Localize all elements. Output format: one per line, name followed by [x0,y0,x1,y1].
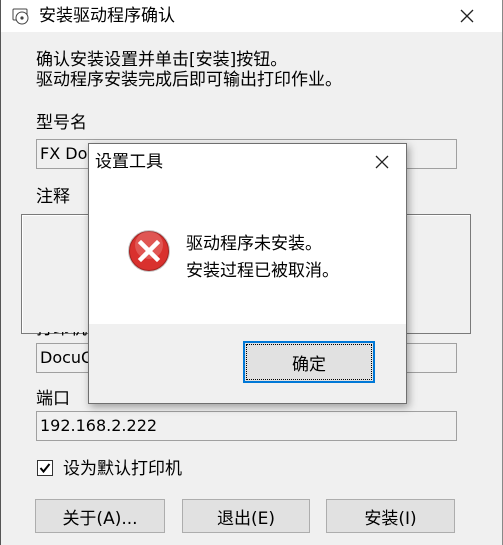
dialog-title-bar: 设置工具 [89,144,406,180]
error-icon [128,230,170,272]
dialog-body: 驱动程序未安装。 安装过程已被取消。 [89,180,406,324]
setup-tool-dialog: 设置工具 驱动程序未安装。 安装过程已被取消。 确定 [88,143,407,404]
dialog-message: 驱动程序未安装。 安装过程已被取消。 [186,231,339,285]
ok-button-label: 确定 [292,354,326,375]
dialog-close-button[interactable] [364,146,400,178]
intro-line-1: 确认安装设置并单击[安装]按钮。 [36,50,288,70]
default-printer-checkbox[interactable] [37,460,53,476]
window-close-button[interactable] [447,0,487,32]
close-icon [460,9,474,23]
install-confirm-window: 安装驱动程序确认 确认安装设置并单击[安装]按钮。 驱动程序安装完成后即可输出打… [0,0,503,545]
checkmark-icon [39,463,51,474]
install-button[interactable]: 安装(I) [326,499,455,533]
exit-button[interactable]: 退出(E) [182,499,310,533]
dialog-message-line-1: 驱动程序未安装。 [186,234,322,254]
port-label: 端口 [36,389,70,409]
dialog-title: 设置工具 [95,152,163,172]
printer-disc-icon [12,8,29,25]
model-label: 型号名 [36,113,87,133]
port-field[interactable]: 192.168.2.222 [36,411,457,441]
close-icon [375,155,389,169]
printer-name-label-partial: 打印机 [36,332,96,339]
dialog-message-line-2: 安装过程已被取消。 [186,261,339,281]
ok-button[interactable]: 确定 [243,341,375,383]
title-bar: 安装驱动程序确认 [1,0,502,32]
intro-line-2: 驱动程序安装完成后即可输出打印作业。 [36,70,342,90]
comment-label: 注释 [36,187,70,207]
default-printer-label[interactable]: 设为默认打印机 [63,459,182,479]
window-title: 安装驱动程序确认 [39,6,175,26]
about-button[interactable]: 关于(A)... [35,499,165,533]
intro-text: 确认安装设置并单击[安装]按钮。 驱动程序安装完成后即可输出打印作业。 [36,50,342,90]
